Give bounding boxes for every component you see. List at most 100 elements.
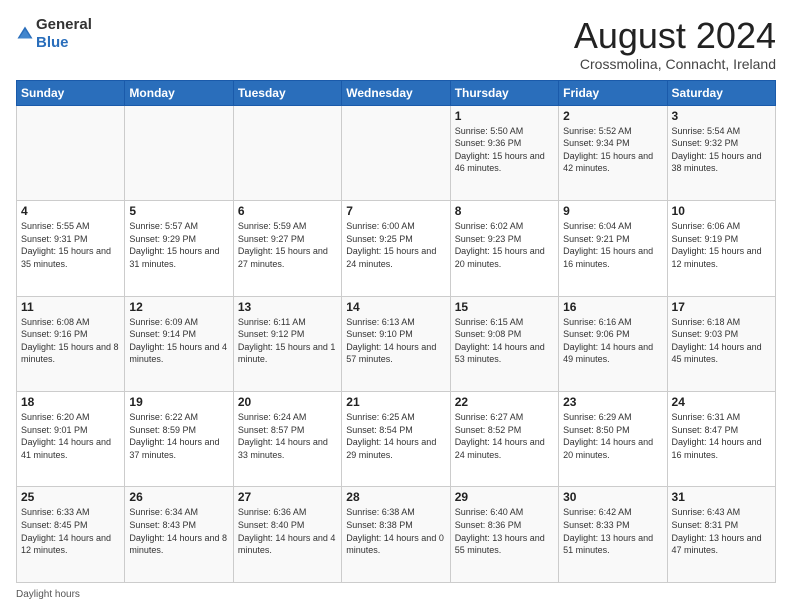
header: General Blue August 2024 Crossmolina, Co… [16, 16, 776, 72]
calendar-cell: 26Sunrise: 6:34 AMSunset: 8:43 PMDayligh… [125, 487, 233, 583]
calendar-cell: 13 Sunrise: 6:11 AMSunset: 9:12 PMDayligh… [233, 296, 341, 391]
calendar-cell: 5 Sunrise: 5:57 AMSunset: 9:29 PMDaylight… [125, 201, 233, 296]
calendar-cell: 4 Sunrise: 5:55 AMSunset: 9:31 PMDaylight… [17, 201, 125, 296]
calendar-cell: 27Sunrise: 6:36 AMSunset: 8:40 PMDayligh… [233, 487, 341, 583]
calendar-page: General Blue August 2024 Crossmolina, Co… [0, 0, 792, 612]
calendar-table: SundayMondayTuesdayWednesdayThursdayFrid… [16, 80, 776, 583]
weekday-row: SundayMondayTuesdayWednesdayThursdayFrid… [17, 80, 776, 105]
day-info: Sunrise: 5:57 AMSunset: 9:29 PMDaylight:… [129, 220, 228, 270]
day-number: 8 [455, 204, 554, 218]
day-info: Sunrise: 5:59 AMSunset: 9:27 PMDaylight:… [238, 220, 337, 270]
weekday-header: Sunday [17, 80, 125, 105]
calendar-cell: 10 Sunrise: 6:06 AMSunset: 9:19 PMDayligh… [667, 201, 775, 296]
title-section: August 2024 Crossmolina, Connacht, Irela… [574, 16, 776, 72]
day-number: 25 [21, 490, 120, 504]
day-info: Sunrise: 6:11 AMSunset: 9:12 PMDaylight:… [238, 316, 337, 366]
logo-general: General [36, 16, 92, 33]
daylight-label: Daylight hours [16, 589, 80, 600]
day-number: 1 [455, 109, 554, 123]
day-info: Sunrise: 6:24 AMSunset: 8:57 PMDaylight:… [238, 411, 337, 461]
calendar-cell: 25Sunrise: 6:33 AMSunset: 8:45 PMDayligh… [17, 487, 125, 583]
logo: General Blue [16, 16, 92, 52]
calendar-cell: 12 Sunrise: 6:09 AMSunset: 9:14 PMDayligh… [125, 296, 233, 391]
calendar-cell [233, 105, 341, 200]
calendar-cell [342, 105, 450, 200]
day-info: Sunrise: 6:06 AMSunset: 9:19 PMDaylight:… [672, 220, 771, 270]
calendar-title: August 2024 [574, 16, 776, 56]
calendar-week-row: 4 Sunrise: 5:55 AMSunset: 9:31 PMDaylight… [17, 201, 776, 296]
calendar-cell: 16Sunrise: 6:16 AMSunset: 9:06 PMDayligh… [559, 296, 667, 391]
day-number: 12 [129, 300, 228, 314]
weekday-header: Friday [559, 80, 667, 105]
calendar-cell: 11 Sunrise: 6:08 AMSunset: 9:16 PMDayligh… [17, 296, 125, 391]
day-number: 7 [346, 204, 445, 218]
calendar-cell: 15 Sunrise: 6:15 AMSunset: 9:08 PMDayligh… [450, 296, 558, 391]
calendar-cell [17, 105, 125, 200]
calendar-cell: 30Sunrise: 6:42 AMSunset: 8:33 PMDayligh… [559, 487, 667, 583]
calendar-header: SundayMondayTuesdayWednesdayThursdayFrid… [17, 80, 776, 105]
day-number: 2 [563, 109, 662, 123]
day-number: 14 [346, 300, 445, 314]
day-info: Sunrise: 6:38 AMSunset: 8:38 PMDaylight:… [346, 506, 445, 556]
day-number: 17 [672, 300, 771, 314]
logo-icon [16, 25, 34, 43]
day-info: Sunrise: 6:34 AMSunset: 8:43 PMDaylight:… [129, 506, 228, 556]
day-info: Sunrise: 6:29 AMSunset: 8:50 PMDaylight:… [563, 411, 662, 461]
day-info: Sunrise: 6:13 AMSunset: 9:10 PMDaylight:… [346, 316, 445, 366]
calendar-cell: 19 Sunrise: 6:22 AMSunset: 8:59 PMDayligh… [125, 392, 233, 487]
day-number: 18 [21, 395, 120, 409]
calendar-cell: 1Sunrise: 5:50 AMSunset: 9:36 PMDaylight… [450, 105, 558, 200]
day-number: 4 [21, 204, 120, 218]
calendar-body: 1Sunrise: 5:50 AMSunset: 9:36 PMDaylight… [17, 105, 776, 582]
weekday-header: Monday [125, 80, 233, 105]
weekday-header: Thursday [450, 80, 558, 105]
calendar-cell: 31 Sunrise: 6:43 AMSunset: 8:31 PMDayligh… [667, 487, 775, 583]
day-number: 5 [129, 204, 228, 218]
calendar-cell: 28Sunrise: 6:38 AMSunset: 8:38 PMDayligh… [342, 487, 450, 583]
calendar-cell: 21Sunrise: 6:25 AMSunset: 8:54 PMDayligh… [342, 392, 450, 487]
day-number: 20 [238, 395, 337, 409]
calendar-cell: 9Sunrise: 6:04 AMSunset: 9:21 PMDaylight… [559, 201, 667, 296]
calendar-subtitle: Crossmolina, Connacht, Ireland [574, 56, 776, 72]
day-info: Sunrise: 6:15 AMSunset: 9:08 PMDaylight:… [455, 316, 554, 366]
day-number: 21 [346, 395, 445, 409]
calendar-cell: 29Sunrise: 6:40 AMSunset: 8:36 PMDayligh… [450, 487, 558, 583]
weekday-header: Saturday [667, 80, 775, 105]
logo-text: General Blue [36, 16, 92, 52]
day-info: Sunrise: 6:16 AMSunset: 9:06 PMDaylight:… [563, 316, 662, 366]
day-info: Sunrise: 5:55 AMSunset: 9:31 PMDaylight:… [21, 220, 120, 270]
calendar-week-row: 18 Sunrise: 6:20 AMSunset: 9:01 PMDayligh… [17, 392, 776, 487]
day-info: Sunrise: 6:20 AMSunset: 9:01 PMDaylight:… [21, 411, 120, 461]
day-info: Sunrise: 6:04 AMSunset: 9:21 PMDaylight:… [563, 220, 662, 270]
logo-blue: Blue [36, 34, 69, 51]
calendar-cell: 7Sunrise: 6:00 AMSunset: 9:25 PMDaylight… [342, 201, 450, 296]
footer: Daylight hours [16, 589, 776, 600]
day-info: Sunrise: 6:42 AMSunset: 8:33 PMDaylight:… [563, 506, 662, 556]
day-number: 11 [21, 300, 120, 314]
day-info: Sunrise: 6:08 AMSunset: 9:16 PMDaylight:… [21, 316, 120, 366]
day-info: Sunrise: 6:22 AMSunset: 8:59 PMDaylight:… [129, 411, 228, 461]
weekday-header: Wednesday [342, 80, 450, 105]
calendar-cell: 24Sunrise: 6:31 AMSunset: 8:47 PMDayligh… [667, 392, 775, 487]
day-number: 3 [672, 109, 771, 123]
calendar-cell: 6Sunrise: 5:59 AMSunset: 9:27 PMDaylight… [233, 201, 341, 296]
day-number: 13 [238, 300, 337, 314]
calendar-cell: 14 Sunrise: 6:13 AMSunset: 9:10 PMDayligh… [342, 296, 450, 391]
day-info: Sunrise: 6:09 AMSunset: 9:14 PMDaylight:… [129, 316, 228, 366]
day-number: 15 [455, 300, 554, 314]
day-number: 10 [672, 204, 771, 218]
calendar-week-row: 1Sunrise: 5:50 AMSunset: 9:36 PMDaylight… [17, 105, 776, 200]
calendar-cell: 2Sunrise: 5:52 AMSunset: 9:34 PMDaylight… [559, 105, 667, 200]
day-info: Sunrise: 6:40 AMSunset: 8:36 PMDaylight:… [455, 506, 554, 556]
day-info: Sunrise: 6:31 AMSunset: 8:47 PMDaylight:… [672, 411, 771, 461]
day-info: Sunrise: 6:18 AMSunset: 9:03 PMDaylight:… [672, 316, 771, 366]
day-number: 31 [672, 490, 771, 504]
calendar-cell: 20 Sunrise: 6:24 AMSunset: 8:57 PMDayligh… [233, 392, 341, 487]
day-info: Sunrise: 6:43 AMSunset: 8:31 PMDaylight:… [672, 506, 771, 556]
day-number: 19 [129, 395, 228, 409]
day-number: 23 [563, 395, 662, 409]
day-info: Sunrise: 6:27 AMSunset: 8:52 PMDaylight:… [455, 411, 554, 461]
day-number: 22 [455, 395, 554, 409]
calendar-cell: 22 Sunrise: 6:27 AMSunset: 8:52 PMDayligh… [450, 392, 558, 487]
calendar-cell [125, 105, 233, 200]
